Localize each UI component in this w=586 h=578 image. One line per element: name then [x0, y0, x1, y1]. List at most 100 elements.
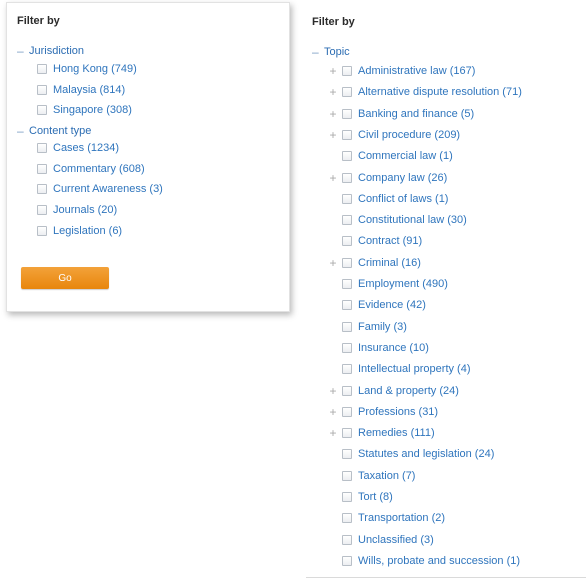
topic-option-label[interactable]: Statutes and legislation (24) [358, 448, 494, 460]
expand-icon[interactable]: + [328, 426, 338, 440]
topic-option-label[interactable]: Administrative law (167) [358, 65, 475, 77]
checkbox[interactable] [37, 205, 47, 215]
topic-option-label[interactable]: Land & property (24) [358, 385, 459, 397]
expand-icon[interactable]: + [328, 405, 338, 419]
topic-option[interactable]: + Remedies (111) [328, 424, 435, 442]
topic-option[interactable]: Unclassified (3) [328, 531, 434, 549]
checkbox[interactable] [342, 87, 352, 98]
topic-option[interactable]: Family (3) [328, 318, 407, 336]
topic-option[interactable]: Intellectual property (4) [328, 360, 471, 378]
filter-option[interactable]: Legislation (6) [37, 222, 122, 240]
filter-option-label[interactable]: Legislation (6) [53, 225, 122, 237]
topic-option[interactable]: Wills, probate and succession (1) [328, 552, 520, 570]
checkbox[interactable] [342, 172, 352, 183]
checkbox[interactable] [342, 151, 352, 162]
checkbox[interactable] [342, 108, 352, 119]
topic-option[interactable]: + Banking and finance (5) [328, 105, 474, 123]
topic-option-label[interactable]: Constitutional law (30) [358, 214, 467, 226]
topic-option-label[interactable]: Alternative dispute resolution (71) [358, 86, 522, 98]
topic-option-label[interactable]: Commercial law (1) [358, 150, 453, 162]
checkbox[interactable] [342, 215, 352, 226]
topic-option-label[interactable]: Criminal (16) [358, 257, 421, 269]
topic-option-label[interactable]: Civil procedure (209) [358, 129, 460, 141]
filter-option-label[interactable]: Singapore (308) [53, 104, 132, 116]
topic-option[interactable]: Contract (91) [328, 232, 422, 250]
filter-option[interactable]: Cases (1234) [37, 139, 119, 157]
checkbox[interactable] [342, 193, 352, 204]
topic-option[interactable]: Evidence (42) [328, 296, 426, 314]
checkbox[interactable] [37, 85, 47, 95]
topic-option-label[interactable]: Professions (31) [358, 406, 438, 418]
topic-option[interactable]: + Land & property (24) [328, 382, 459, 400]
checkbox[interactable] [342, 406, 352, 417]
checkbox[interactable] [342, 428, 352, 439]
checkbox[interactable] [342, 364, 352, 375]
filter-option-label[interactable]: Hong Kong (749) [53, 63, 137, 75]
checkbox[interactable] [342, 492, 352, 502]
topic-option-label[interactable]: Insurance (10) [358, 342, 429, 354]
topic-option-label[interactable]: Conflict of laws (1) [358, 193, 448, 205]
topic-option-label[interactable]: Contract (91) [358, 235, 422, 247]
expand-icon[interactable]: + [328, 85, 338, 99]
checkbox[interactable] [342, 321, 352, 332]
checkbox[interactable] [342, 449, 352, 460]
topic-option[interactable]: + Criminal (16) [328, 254, 421, 272]
topic-option-label[interactable]: Remedies (111) [358, 427, 435, 439]
go-button[interactable]: Go [21, 267, 109, 289]
checkbox[interactable] [342, 470, 352, 481]
topic-option-label[interactable]: Transportation (2) [358, 512, 445, 524]
filter-option-label[interactable]: Commentary (608) [53, 163, 145, 175]
topic-option-label[interactable]: Family (3) [358, 321, 407, 333]
expand-icon[interactable]: + [328, 384, 338, 398]
checkbox[interactable] [37, 184, 47, 194]
topic-option[interactable]: + Professions (31) [328, 403, 438, 421]
topic-option-label[interactable]: Wills, probate and succession (1) [358, 555, 520, 567]
topic-option[interactable]: + Alternative dispute resolution (71) [328, 83, 522, 101]
expand-icon[interactable]: + [328, 107, 338, 121]
checkbox[interactable] [342, 555, 352, 566]
checkbox[interactable] [37, 105, 47, 115]
filter-option[interactable]: Hong Kong (749) [37, 60, 137, 78]
filter-option[interactable]: Commentary (608) [37, 160, 145, 178]
group-label-topic[interactable]: Topic [324, 46, 350, 58]
topic-option-label[interactable]: Taxation (7) [358, 470, 415, 482]
collapse-icon[interactable]: – [312, 45, 324, 59]
topic-option[interactable]: + Civil procedure (209) [328, 126, 460, 144]
topic-option-label[interactable]: Intellectual property (4) [358, 363, 471, 375]
filter-option[interactable]: Singapore (308) [37, 101, 132, 119]
topic-option-label[interactable]: Banking and finance (5) [358, 108, 474, 120]
expand-icon[interactable]: + [328, 64, 338, 78]
topic-option[interactable]: Transportation (2) [328, 509, 445, 527]
topic-option-label[interactable]: Unclassified (3) [358, 534, 434, 546]
topic-option[interactable]: + Administrative law (167) [328, 62, 475, 80]
checkbox[interactable] [37, 226, 47, 236]
expand-icon[interactable]: + [328, 256, 338, 270]
topic-option[interactable]: Constitutional law (30) [328, 211, 467, 229]
filter-option[interactable]: Malaysia (814) [37, 81, 125, 99]
filter-option-label[interactable]: Malaysia (814) [53, 84, 125, 96]
checkbox[interactable] [342, 513, 352, 524]
filter-option[interactable]: Journals (20) [37, 201, 117, 219]
checkbox[interactable] [342, 342, 352, 353]
filter-option[interactable]: Current Awareness (3) [37, 180, 163, 198]
topic-option-label[interactable]: Tort (8) [358, 491, 393, 503]
checkbox[interactable] [342, 66, 352, 76]
topic-option[interactable]: Taxation (7) [328, 467, 415, 485]
topic-option[interactable]: Conflict of laws (1) [328, 190, 448, 208]
topic-option-label[interactable]: Company law (26) [358, 172, 447, 184]
checkbox[interactable] [342, 236, 352, 247]
topic-option-label[interactable]: Employment (490) [358, 278, 448, 290]
jurisdiction-group-toggle[interactable]: – Jurisdiction [17, 42, 84, 60]
checkbox[interactable] [342, 534, 352, 545]
filter-option-label[interactable]: Journals (20) [53, 204, 117, 216]
expand-icon[interactable]: + [328, 171, 338, 185]
topic-option[interactable]: Statutes and legislation (24) [328, 445, 494, 463]
topic-option[interactable]: Insurance (10) [328, 339, 429, 357]
group-label-content-type[interactable]: Content type [29, 125, 91, 137]
topic-option[interactable]: Employment (490) [328, 275, 448, 293]
topic-option[interactable]: Commercial law (1) [328, 147, 453, 165]
expand-icon[interactable]: + [328, 128, 338, 142]
checkbox[interactable] [342, 257, 352, 268]
checkbox[interactable] [342, 300, 352, 311]
checkbox[interactable] [37, 164, 47, 174]
